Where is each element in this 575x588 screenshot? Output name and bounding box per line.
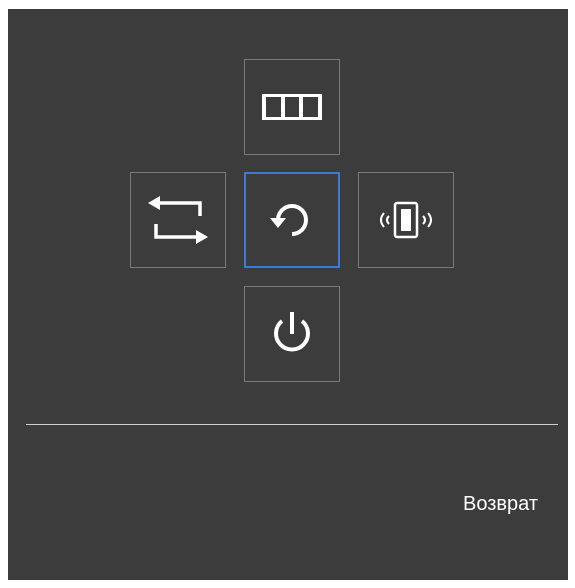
return-button[interactable]: [244, 172, 340, 268]
columns-button[interactable]: [244, 59, 340, 155]
swap-arrows-icon: [148, 196, 208, 244]
columns-icon: [262, 94, 322, 120]
swap-button[interactable]: [130, 172, 226, 268]
control-menu-panel: Возврат: [8, 9, 568, 580]
power-icon: [274, 312, 310, 352]
vibrating-phone-icon: [380, 201, 432, 239]
power-button[interactable]: [244, 286, 340, 382]
divider: [26, 424, 558, 425]
vibration-button[interactable]: [358, 172, 454, 268]
status-label: Возврат: [463, 493, 538, 515]
return-arrow-icon: [270, 204, 308, 236]
